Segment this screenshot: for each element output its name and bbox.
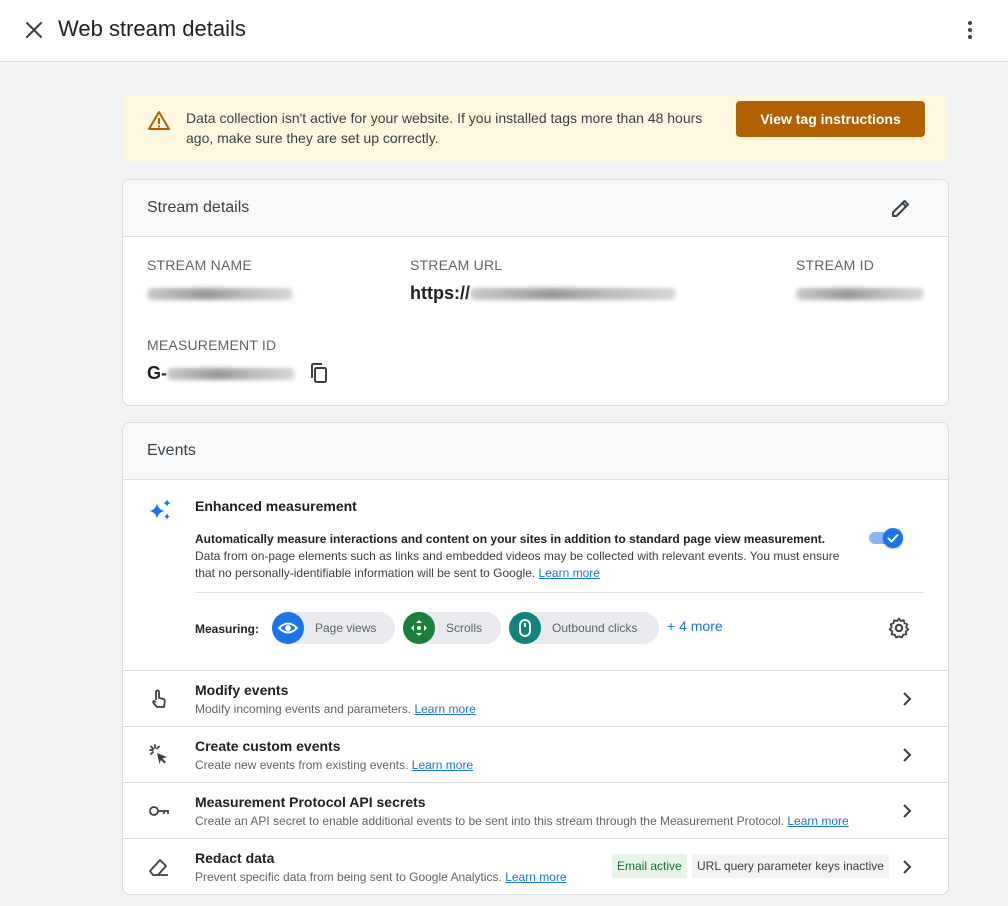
touch-icon — [147, 687, 171, 711]
measurement-id-prefix: G- — [147, 363, 167, 383]
enhanced-measurement-toggle[interactable] — [869, 528, 905, 548]
stream-details-header: Stream details — [123, 180, 948, 237]
page-title: Web stream details — [58, 16, 246, 41]
email-status-badge: Email active — [612, 854, 687, 878]
enhanced-measurement-section: Enhanced measurement Automatically measu… — [123, 480, 948, 670]
mouse-icon — [509, 612, 541, 644]
create-custom-events-learn-more-link[interactable]: Learn more — [412, 758, 473, 772]
create-custom-events-desc-text: Create new events from existing events. — [195, 758, 409, 772]
view-tag-instructions-button[interactable]: View tag instructions — [736, 101, 925, 137]
stream-id-value — [796, 283, 924, 304]
chip-scrolls-label: Scrolls — [446, 621, 483, 635]
key-icon — [147, 799, 171, 823]
copy-icon[interactable] — [307, 361, 331, 385]
close-icon[interactable] — [22, 18, 46, 42]
redact-data-learn-more-link[interactable]: Learn more — [505, 870, 566, 884]
check-icon — [883, 528, 903, 548]
measurement-protocol-description: Create an API secret to enable additiona… — [195, 814, 849, 828]
enhanced-measurement-learn-more-link[interactable]: Learn more — [539, 566, 600, 580]
row-measurement-protocol[interactable]: Measurement Protocol API secrets Create … — [123, 782, 948, 838]
events-card: Events Enhanced measurement Automaticall… — [122, 422, 949, 895]
stream-details-card: Stream details STREAM NAME STREAM URL ht… — [122, 179, 949, 406]
top-bar: Web stream details — [0, 0, 1008, 62]
stream-name-value — [147, 283, 293, 304]
create-custom-events-title: Create custom events — [195, 738, 341, 754]
chip-page-views[interactable]: Page views — [272, 612, 395, 644]
events-header: Events — [123, 423, 948, 480]
enhanced-measurement-desc-rest: Data from on-page elements such as links… — [195, 549, 840, 580]
events-title: Events — [147, 442, 196, 459]
enhanced-measurement-desc-bold: Automatically measure interactions and c… — [195, 532, 826, 546]
measurement-protocol-title: Measurement Protocol API secrets — [195, 794, 426, 810]
gear-icon[interactable] — [887, 616, 911, 640]
stream-id-label: STREAM ID — [796, 257, 875, 273]
chevron-right-icon — [895, 687, 919, 711]
click-sparkle-icon — [147, 743, 171, 767]
chip-outbound-clicks[interactable]: Outbound clicks — [509, 612, 659, 644]
modify-events-description: Modify incoming events and parameters. L… — [195, 702, 476, 716]
eye-icon — [272, 612, 304, 644]
banner-message: Data collection isn't active for your we… — [186, 110, 703, 146]
chip-scrolls[interactable]: Scrolls — [403, 612, 501, 644]
measurement-protocol-desc-text: Create an API secret to enable additiona… — [195, 814, 785, 828]
sparkle-icon — [147, 497, 173, 523]
measurement-protocol-learn-more-link[interactable]: Learn more — [787, 814, 848, 828]
chip-outbound-clicks-label: Outbound clicks — [552, 621, 638, 635]
chevron-right-icon — [895, 855, 919, 879]
row-modify-events[interactable]: Modify events Modify incoming events and… — [123, 670, 948, 726]
stream-name-label: STREAM NAME — [147, 257, 252, 273]
stream-url-value: https:// — [410, 283, 676, 304]
redact-data-description: Prevent specific data from being sent to… — [195, 870, 567, 884]
measurement-id-value: G- — [147, 363, 295, 384]
stream-url-prefix: https:// — [410, 283, 470, 303]
scroll-icon — [403, 612, 435, 644]
edit-pencil-icon[interactable] — [889, 196, 913, 220]
modify-events-learn-more-link[interactable]: Learn more — [414, 702, 475, 716]
more-measurements-link[interactable]: + 4 more — [667, 618, 723, 634]
stream-url-label: STREAM URL — [410, 257, 503, 273]
warning-banner: Data collection isn't active for your we… — [123, 95, 949, 162]
measuring-label: Measuring: — [195, 622, 260, 636]
redact-data-title: Redact data — [195, 850, 275, 866]
row-redact-data[interactable]: Redact data Prevent specific data from b… — [123, 838, 948, 894]
url-query-status-badge: URL query parameter keys inactive — [692, 854, 889, 878]
row-create-custom-events[interactable]: Create custom events Create new events f… — [123, 726, 948, 782]
create-custom-events-description: Create new events from existing events. … — [195, 758, 473, 772]
modify-events-title: Modify events — [195, 682, 289, 698]
enhanced-measurement-title: Enhanced measurement — [195, 498, 357, 514]
measurement-id-label: MEASUREMENT ID — [147, 337, 277, 353]
redact-data-desc-text: Prevent specific data from being sent to… — [195, 870, 502, 884]
warning-icon — [147, 109, 171, 133]
divider — [195, 592, 924, 593]
enhanced-measurement-description: Automatically measure interactions and c… — [195, 531, 845, 582]
chevron-right-icon — [895, 799, 919, 823]
chip-page-views-label: Page views — [315, 621, 377, 635]
eraser-icon — [147, 855, 171, 879]
more-vert-icon[interactable] — [958, 18, 982, 42]
stream-details-title: Stream details — [147, 199, 250, 216]
chevron-right-icon — [895, 743, 919, 767]
modify-events-desc-text: Modify incoming events and parameters. — [195, 702, 412, 716]
